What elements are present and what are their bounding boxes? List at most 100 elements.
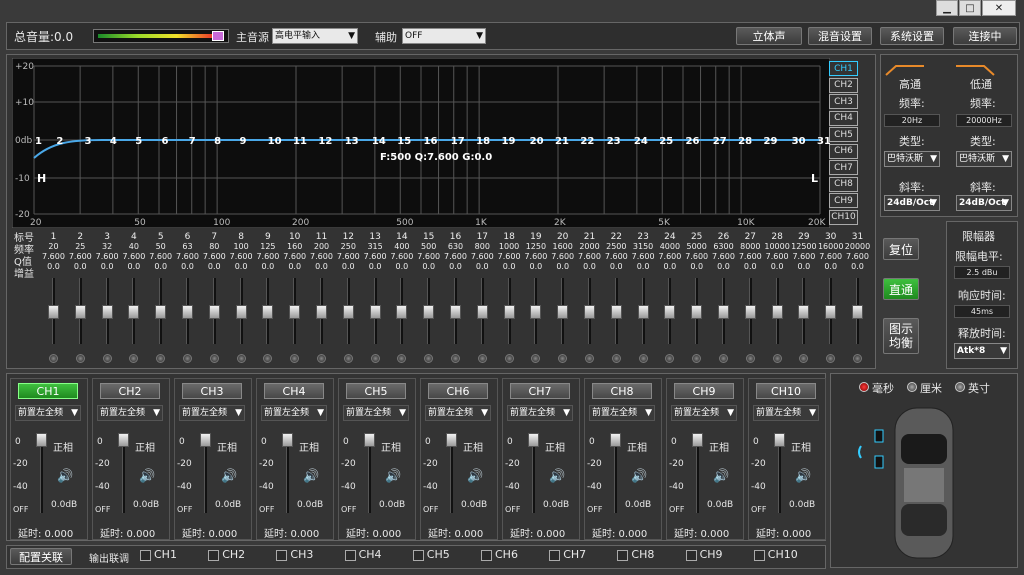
band-gain[interactable]: 0.0 bbox=[737, 262, 764, 272]
band-freq[interactable]: 12500 bbox=[790, 242, 817, 252]
output-source-select[interactable]: 前置左全频 ▼ bbox=[15, 405, 81, 421]
highpass-slope-select[interactable]: 24dB/Oct ▼ bbox=[884, 195, 940, 211]
output-volume-knob[interactable] bbox=[118, 433, 129, 447]
highpass-freq-input[interactable]: 20Hz bbox=[884, 114, 940, 127]
output-channel-button[interactable]: CH5 bbox=[346, 383, 406, 399]
speaker-icon[interactable]: 🔊 bbox=[57, 469, 73, 484]
output-volume-knob[interactable] bbox=[692, 433, 703, 447]
delay-value[interactable]: 延时: 0.000 bbox=[346, 525, 401, 540]
band-q[interactable]: 7.600 bbox=[67, 252, 94, 262]
band-gain[interactable]: 0.0 bbox=[415, 262, 442, 272]
aux-select[interactable]: OFF ▼ bbox=[402, 28, 486, 44]
output-volume-knob[interactable] bbox=[36, 433, 47, 447]
output-link-checkbox[interactable] bbox=[685, 550, 697, 561]
band-gain[interactable]: 0.0 bbox=[469, 262, 496, 272]
output-link-checkbox[interactable] bbox=[617, 550, 629, 561]
eq-gain-slider-knob[interactable] bbox=[610, 305, 622, 319]
delay-value[interactable]: 延时: 0.000 bbox=[18, 525, 73, 540]
speaker-icon[interactable]: 🔊 bbox=[795, 469, 811, 484]
band-freq[interactable]: 63 bbox=[174, 242, 201, 252]
phase-label[interactable]: 正相 bbox=[381, 439, 401, 454]
band-freq[interactable]: 50 bbox=[147, 242, 174, 252]
phase-label[interactable]: 正相 bbox=[135, 439, 155, 454]
band-freq[interactable]: 10000 bbox=[764, 242, 791, 252]
close-button[interactable]: ✕ bbox=[982, 0, 1016, 16]
band-q[interactable]: 7.600 bbox=[737, 252, 764, 262]
master-volume-slider[interactable] bbox=[93, 29, 229, 43]
speaker-icon[interactable]: 🔊 bbox=[549, 469, 565, 484]
band-q[interactable]: 7.600 bbox=[362, 252, 389, 262]
band-q[interactable]: 7.600 bbox=[469, 252, 496, 262]
band-gain[interactable]: 0.0 bbox=[630, 262, 657, 272]
reset-button[interactable]: 复位 bbox=[883, 238, 919, 260]
band-freq[interactable]: 250 bbox=[335, 242, 362, 252]
delay-value[interactable]: 延时: 0.000 bbox=[674, 525, 729, 540]
output-channel-button[interactable]: CH7 bbox=[510, 383, 570, 399]
output-link-checkbox[interactable] bbox=[208, 550, 220, 561]
mix-settings-button[interactable]: 混音设置 bbox=[808, 27, 872, 45]
band-gain[interactable]: 0.0 bbox=[388, 262, 415, 272]
stereo-button[interactable]: 立体声 bbox=[736, 27, 802, 45]
output-source-select[interactable]: 前置左全频 ▼ bbox=[97, 405, 163, 421]
band-freq[interactable]: 200 bbox=[308, 242, 335, 252]
delay-value[interactable]: 延时: 0.000 bbox=[592, 525, 647, 540]
output-source-select[interactable]: 前置左全频 ▼ bbox=[261, 405, 327, 421]
band-freq[interactable]: 1250 bbox=[522, 242, 549, 252]
band-freq[interactable]: 315 bbox=[362, 242, 389, 252]
band-q[interactable]: 7.600 bbox=[603, 252, 630, 262]
output-source-select[interactable]: 前置左全频 ▼ bbox=[179, 405, 245, 421]
graph-channel-tag[interactable]: CH5 bbox=[829, 127, 858, 142]
band-gain[interactable]: 0.0 bbox=[764, 262, 791, 272]
lowpass-slope-select[interactable]: 24dB/Oct ▼ bbox=[956, 195, 1012, 211]
delay-value[interactable]: 延时: 0.000 bbox=[264, 525, 319, 540]
phase-label[interactable]: 正相 bbox=[545, 439, 565, 454]
output-volume-knob[interactable] bbox=[282, 433, 293, 447]
eq-gain-slider-knob[interactable] bbox=[718, 305, 729, 319]
band-gain[interactable]: 0.0 bbox=[790, 262, 817, 272]
band-q[interactable]: 7.600 bbox=[120, 252, 147, 262]
band-q[interactable]: 7.600 bbox=[228, 252, 255, 262]
output-channel-button[interactable]: CH1 bbox=[18, 383, 78, 399]
output-channel-button[interactable]: CH2 bbox=[100, 383, 160, 399]
highpass-type-select[interactable]: 巴特沃斯 ▼ bbox=[884, 151, 940, 167]
band-q[interactable]: 7.600 bbox=[496, 252, 523, 262]
output-link-checkbox[interactable] bbox=[549, 550, 561, 561]
output-source-select[interactable]: 前置左全频 ▼ bbox=[589, 405, 655, 421]
phase-label[interactable]: 正相 bbox=[299, 439, 319, 454]
output-channel-button[interactable]: CH3 bbox=[182, 383, 242, 399]
eq-gain-slider-knob[interactable] bbox=[530, 305, 542, 319]
graph-channel-tag[interactable]: CH8 bbox=[829, 176, 858, 192]
band-gain[interactable]: 0.0 bbox=[174, 262, 201, 272]
band-gain[interactable]: 0.0 bbox=[281, 262, 308, 272]
graph-channel-tag[interactable]: CH6 bbox=[829, 143, 858, 159]
band-freq[interactable]: 3150 bbox=[630, 242, 657, 252]
speaker-icon[interactable]: 🔊 bbox=[221, 469, 237, 484]
graphic-eq-button[interactable]: 图示 均衡 bbox=[883, 318, 919, 354]
delay-value[interactable]: 延时: 0.000 bbox=[100, 525, 155, 540]
band-freq[interactable]: 32 bbox=[94, 242, 121, 252]
output-link-checkbox[interactable] bbox=[344, 550, 356, 561]
band-gain[interactable]: 0.0 bbox=[228, 262, 255, 272]
eq-gain-slider-knob[interactable] bbox=[852, 305, 863, 319]
output-source-select[interactable]: 前置左全频 ▼ bbox=[753, 405, 819, 421]
eq-gain-slider-knob[interactable] bbox=[316, 305, 327, 319]
band-freq[interactable]: 100 bbox=[228, 242, 255, 252]
speaker-icon[interactable]: 🔊 bbox=[467, 469, 483, 484]
band-freq[interactable]: 630 bbox=[442, 242, 469, 252]
band-gain[interactable]: 0.0 bbox=[120, 262, 147, 272]
band-gain[interactable]: 0.0 bbox=[254, 262, 281, 272]
output-source-select[interactable]: 前置左全频 ▼ bbox=[425, 405, 491, 421]
eq-gain-slider-knob[interactable] bbox=[503, 305, 515, 319]
band-gain[interactable]: 0.0 bbox=[201, 262, 228, 272]
band-q[interactable]: 7.600 bbox=[817, 252, 844, 262]
eq-gain-slider-knob[interactable] bbox=[48, 305, 59, 319]
bypass-button[interactable]: 直通 bbox=[883, 278, 919, 300]
graph-channel-tag[interactable]: CH1 bbox=[829, 61, 858, 76]
speaker-icon[interactable]: 🔊 bbox=[713, 469, 729, 484]
phase-label[interactable]: 正相 bbox=[217, 439, 237, 454]
speaker-icon[interactable]: 🔊 bbox=[631, 469, 647, 484]
band-q[interactable]: 7.600 bbox=[40, 252, 67, 262]
eq-gain-slider-knob[interactable] bbox=[557, 305, 569, 319]
band-freq[interactable]: 1600 bbox=[549, 242, 576, 252]
band-freq[interactable]: 1000 bbox=[496, 242, 523, 252]
